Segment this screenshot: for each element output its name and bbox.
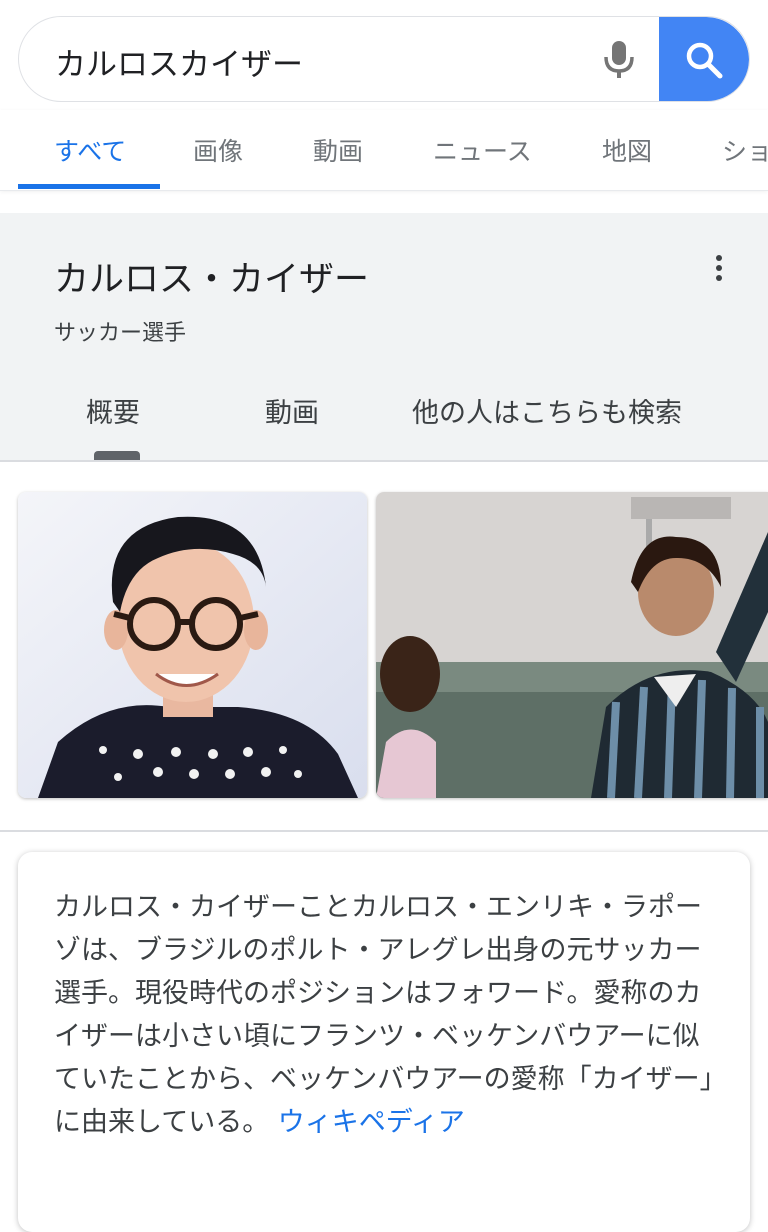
description-paragraph: カルロス・カイザーことカルロス・エンリキ・ラポーゾは、ブラジルのポルト・アレグレ…	[54, 886, 714, 1144]
tab-images[interactable]: 画像	[193, 132, 243, 168]
wikipedia-link[interactable]: ウィキペディア	[278, 1107, 465, 1138]
more-vertical-icon[interactable]	[712, 255, 726, 289]
tab-shopping[interactable]: ショ	[722, 132, 768, 168]
tab-all[interactable]: すべて	[54, 132, 126, 168]
kp-tab-videos[interactable]: 動画	[265, 391, 319, 430]
magnifier-icon	[686, 42, 723, 79]
entity-subtitle: サッカー選手	[54, 321, 187, 346]
search-tabs: すべて 画像 動画 ニュース 地図 ショ	[0, 110, 768, 191]
tab-maps[interactable]: 地図	[602, 132, 652, 168]
tab-videos[interactable]: 動画	[313, 132, 363, 168]
kp-tab-overview[interactable]: 概要	[86, 391, 140, 430]
active-tab-underline	[18, 184, 160, 189]
search-button[interactable]	[659, 17, 749, 101]
section-divider	[0, 830, 768, 832]
microphone-icon[interactable]	[597, 37, 641, 81]
entity-photo-1[interactable]	[18, 492, 367, 798]
search-box[interactable]: カルロスカイザー	[18, 16, 750, 102]
knowledge-panel-header: カルロス・カイザー サッカー選手 概要 動画 他の人はこちらも検索	[0, 213, 768, 462]
description-card: カルロス・カイザーことカルロス・エンリキ・ラポーゾは、ブラジルのポルト・アレグレ…	[18, 852, 750, 1232]
entity-title: カルロス・カイザー	[54, 260, 370, 300]
tab-news[interactable]: ニュース	[433, 132, 532, 168]
description-text: カルロス・カイザーことカルロス・エンリキ・ラポーゾは、ブラジルのポルト・アレグレ…	[54, 892, 714, 1138]
kp-active-tab-indicator	[94, 451, 140, 460]
kp-tab-people-also-search[interactable]: 他の人はこちらも検索	[412, 391, 682, 430]
search-input[interactable]: カルロスカイザー	[55, 39, 303, 84]
entity-photo-2[interactable]	[376, 492, 768, 798]
